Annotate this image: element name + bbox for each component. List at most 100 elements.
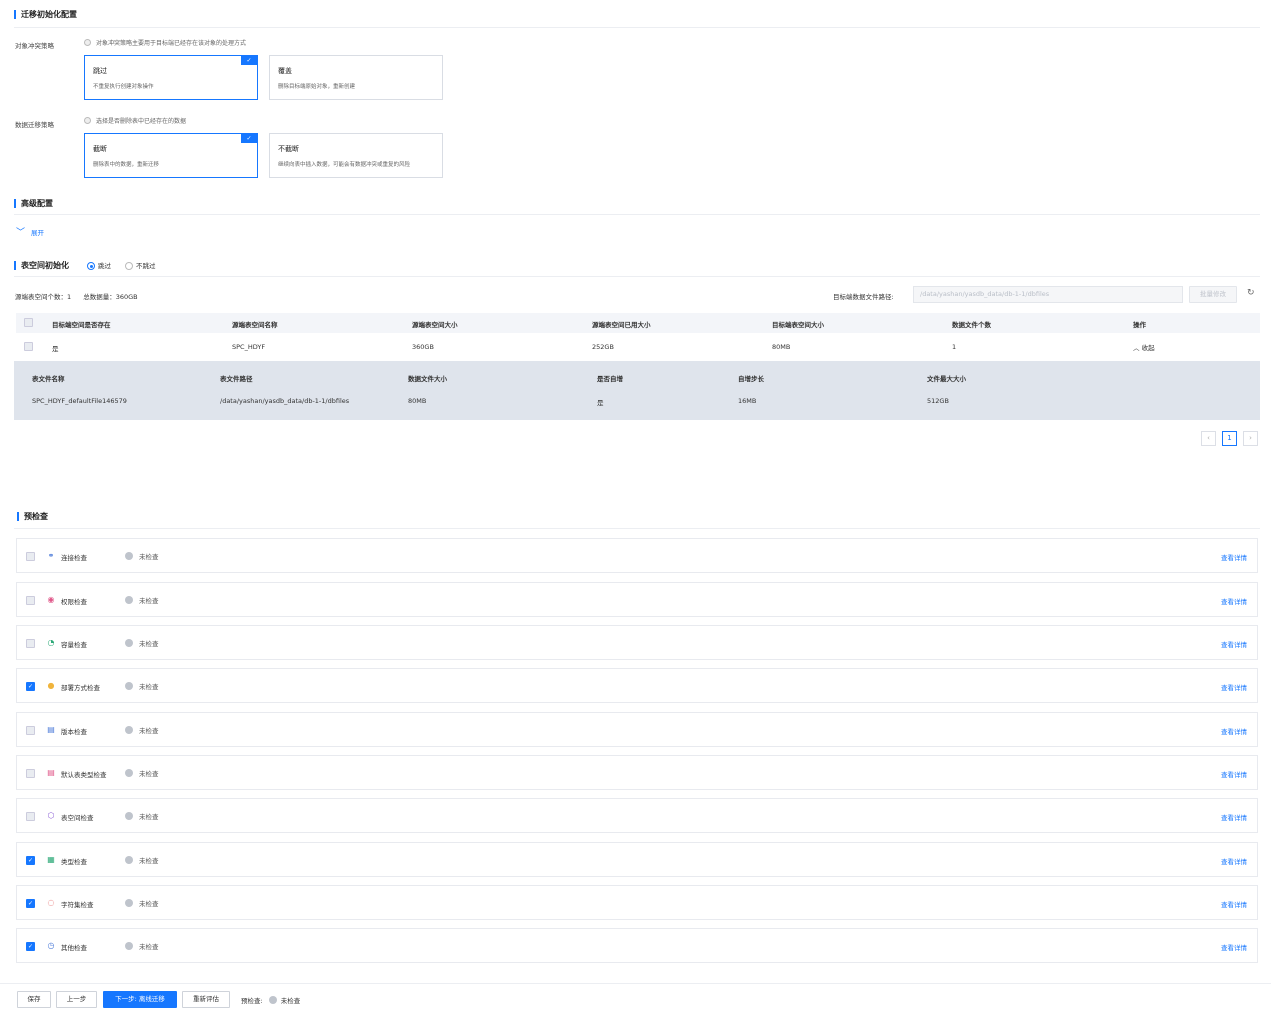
- collapse-row-link[interactable]: ︿ 收起: [1133, 342, 1155, 352]
- footer-precheck-status: 预检查: 未检查: [241, 996, 301, 1005]
- radio-on-icon: [87, 262, 95, 270]
- status-dot-icon: [125, 856, 133, 864]
- precheck-name: 部署方式检查: [61, 684, 100, 692]
- pager-prev-button[interactable]: ‹: [1201, 431, 1216, 446]
- status-dot-icon: [125, 552, 133, 560]
- link-icon: ⚭: [47, 551, 55, 560]
- option-title: 不截断: [278, 145, 299, 153]
- sub-cell: 512GB: [927, 397, 949, 405]
- target-path-input[interactable]: /data/yashan/yasdb_data/db-1-1/dbfiles: [913, 286, 1183, 303]
- precheck-checkbox[interactable]: [26, 812, 35, 821]
- col-header: 数据文件个数: [952, 321, 991, 329]
- cell-name: SPC_HDYF: [232, 343, 266, 351]
- row-checkbox[interactable]: [24, 342, 33, 351]
- sub-col-header: 文件最大大小: [927, 375, 966, 383]
- precheck-status: 未检查: [125, 725, 159, 735]
- view-details-link[interactable]: 查看详情: [1221, 899, 1247, 909]
- select-all-checkbox[interactable]: [24, 318, 33, 327]
- precheck-name: 容量检查: [61, 641, 87, 649]
- col-header: 源端表空间已用大小: [592, 321, 651, 329]
- status-dot-icon: [125, 812, 133, 820]
- radio-off-icon: [125, 262, 133, 270]
- permission-icon: ◉: [47, 595, 55, 604]
- sub-cell: 是: [597, 399, 604, 407]
- precheck-row: ✓ ◷ 其他检查 未检查 查看详情: [16, 928, 1258, 963]
- sub-col-header: 自增步长: [738, 375, 764, 383]
- precheck-name: 版本检查: [61, 728, 87, 736]
- view-details-link[interactable]: 查看详情: [1221, 639, 1247, 649]
- info-icon: [84, 39, 91, 46]
- option-truncate-card[interactable]: ✓ 截断 删除表中的数据，重新迁移: [84, 133, 258, 178]
- info-icon: [84, 117, 91, 124]
- status-dot-icon: [125, 682, 133, 690]
- batch-modify-button[interactable]: 批量修改: [1189, 286, 1237, 303]
- cell-used: 252GB: [592, 343, 614, 351]
- precheck-checkbox[interactable]: [26, 639, 35, 648]
- view-details-link[interactable]: 查看详情: [1221, 856, 1247, 866]
- cell-target-size: 80MB: [772, 343, 791, 351]
- precheck-name: 类型检查: [61, 858, 87, 866]
- pager-page-button[interactable]: 1: [1222, 431, 1237, 446]
- sub-cell: 80MB: [408, 397, 427, 405]
- sub-cell: 16MB: [738, 397, 757, 405]
- view-details-link[interactable]: 查看详情: [1221, 726, 1247, 736]
- view-details-link[interactable]: 查看详情: [1221, 812, 1247, 822]
- cell-exists: 是: [52, 345, 59, 353]
- view-details-link[interactable]: 查看详情: [1221, 682, 1247, 692]
- data-migration-label: 数据迁移策略: [15, 121, 54, 129]
- section-title-migration-init: 迁移初始化配置: [14, 9, 77, 20]
- precheck-name: 字符集检查: [61, 901, 94, 909]
- expand-toggle[interactable]: ﹀ 展开: [16, 225, 44, 238]
- cell-file-count: 1: [952, 343, 957, 351]
- reevaluate-button[interactable]: 重新评估: [182, 991, 230, 1008]
- precheck-name: 表空间检查: [61, 814, 94, 822]
- precheck-name: 其他检查: [61, 944, 87, 952]
- chevron-down-icon: ﹀: [16, 228, 26, 238]
- precheck-checkbox[interactable]: ✓: [26, 899, 35, 908]
- option-overwrite-card[interactable]: 覆盖 删除目标端原始对象，重新创建: [269, 55, 443, 100]
- sub-col-header: 是否自增: [597, 375, 623, 383]
- option-title: 覆盖: [278, 67, 292, 75]
- status-dot-icon: [125, 639, 133, 647]
- precheck-row: ▤ 默认表类型检查 未检查 查看详情: [16, 755, 1258, 790]
- view-details-link[interactable]: 查看详情: [1221, 596, 1247, 606]
- charset-icon: ◌: [47, 898, 55, 907]
- save-button[interactable]: 保存: [17, 991, 51, 1008]
- precheck-row: ⬡ 表空间检查 未检查 查看详情: [16, 798, 1258, 833]
- option-skip-card[interactable]: ✓ 跳过 不重复执行创建对象操作: [84, 55, 258, 100]
- tablespace-icon: ⬡: [47, 811, 55, 820]
- precheck-checkbox[interactable]: [26, 769, 35, 778]
- prev-step-button[interactable]: 上一步: [56, 991, 97, 1008]
- object-conflict-hint: 对象冲突策略主要用于目标端已经存在该对象的处理方式: [84, 38, 246, 47]
- precheck-status: 未检查: [125, 898, 159, 908]
- radio-skip[interactable]: 跳过: [87, 260, 111, 270]
- deploy-icon: ●: [47, 681, 55, 690]
- status-dot-icon: [125, 596, 133, 604]
- precheck-checkbox[interactable]: ✓: [26, 682, 35, 691]
- precheck-checkbox[interactable]: ✓: [26, 942, 35, 951]
- precheck-status: 未检查: [125, 638, 159, 648]
- precheck-checkbox[interactable]: [26, 552, 35, 561]
- table-row: 是 SPC_HDYF 360GB 252GB 80MB 1 ︿ 收起: [16, 333, 1260, 361]
- precheck-checkbox[interactable]: ✓: [26, 856, 35, 865]
- view-details-link[interactable]: 查看详情: [1221, 552, 1247, 562]
- view-details-link[interactable]: 查看详情: [1221, 769, 1247, 779]
- next-step-button[interactable]: 下一步: 离线迁移: [103, 991, 177, 1008]
- radio-no-skip[interactable]: 不跳过: [125, 260, 156, 270]
- tablespace-summary: 源端表空间个数：1 总数据量：360GB: [15, 293, 138, 301]
- option-desc: 删除目标端原始对象，重新创建: [278, 84, 356, 90]
- precheck-status: 未检查: [125, 811, 159, 821]
- precheck-row: ◉ 权限检查 未检查 查看详情: [16, 582, 1258, 617]
- type-icon: ▦: [47, 855, 55, 864]
- datafile-subtable: 表文件名称 表文件路径 数据文件大小 是否自增 自增步长 文件最大大小 SPC_…: [14, 361, 1260, 420]
- pager-next-button[interactable]: ›: [1243, 431, 1258, 446]
- precheck-row: ✓ ▦ 类型检查 未检查 查看详情: [16, 842, 1258, 877]
- sub-col-header: 表文件名称: [32, 375, 65, 383]
- view-details-link[interactable]: 查看详情: [1221, 942, 1247, 952]
- refresh-icon[interactable]: ↻: [1247, 288, 1255, 298]
- section-title-tablespace: 表空间初始化: [14, 260, 69, 271]
- precheck-status: 未检查: [125, 551, 159, 561]
- precheck-checkbox[interactable]: [26, 596, 35, 605]
- option-no-truncate-card[interactable]: 不截断 继续向表中插入数据，可能会有数据冲突或重复的风险: [269, 133, 443, 178]
- precheck-checkbox[interactable]: [26, 726, 35, 735]
